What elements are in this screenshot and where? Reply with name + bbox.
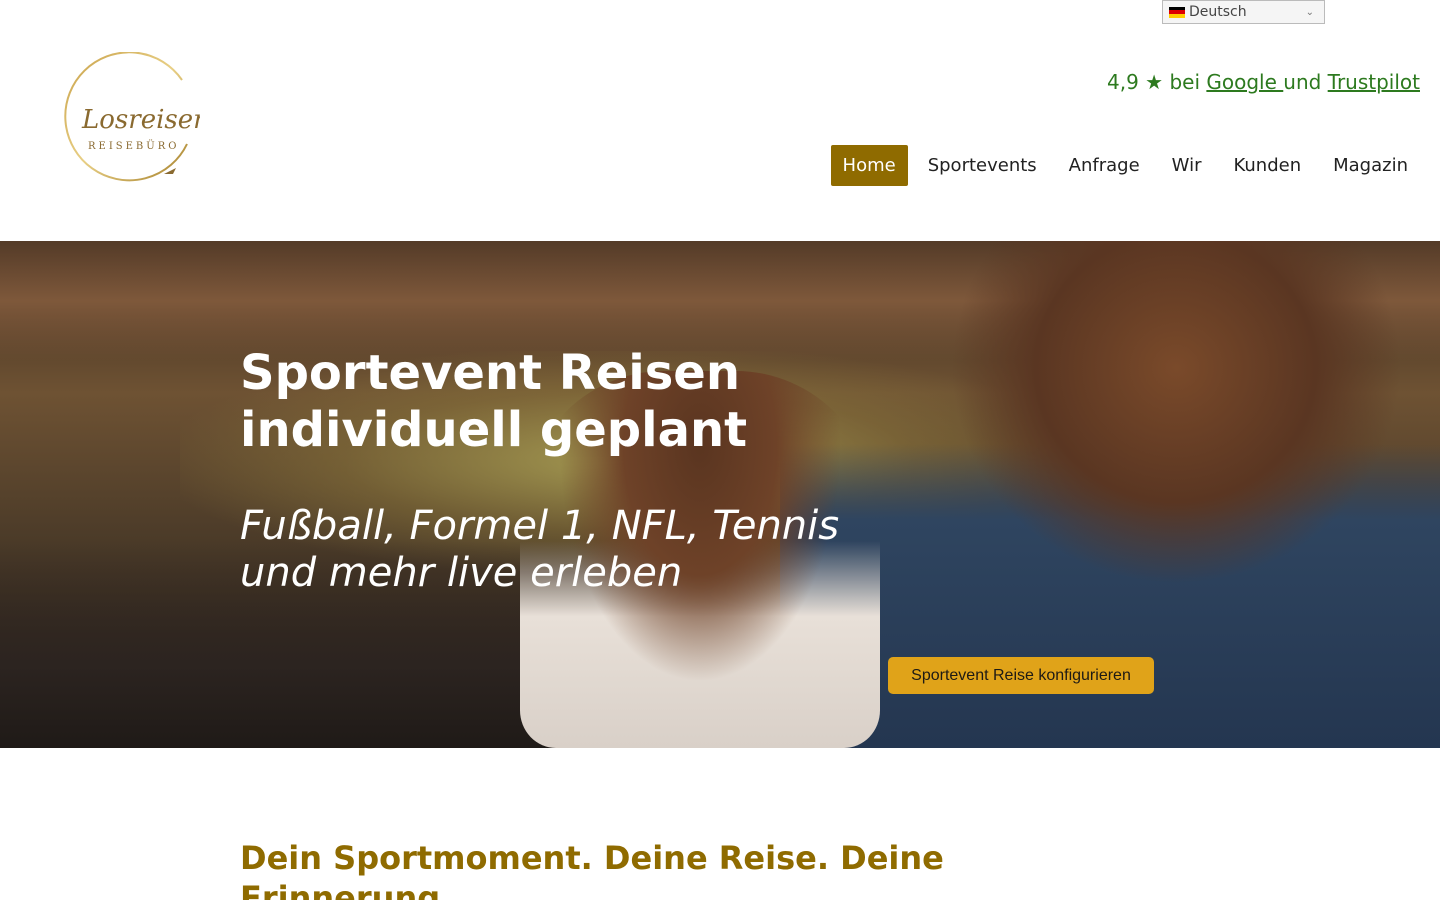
- svg-text:Losreisen: Losreisen: [81, 105, 200, 135]
- hero-subtitle-line2: und mehr live erleben: [240, 550, 683, 596]
- hero-subtitle: Fußball, Formel 1, NFL, Tennis und mehr …: [240, 503, 940, 597]
- nav-home[interactable]: Home: [830, 145, 908, 186]
- svg-text:REISEBÜRO: REISEBÜRO: [88, 140, 179, 152]
- trustpilot-link[interactable]: Trustpilot: [1328, 70, 1420, 94]
- main-nav: Home Sportevents Anfrage Wir Kunden Maga…: [823, 145, 1420, 186]
- google-link[interactable]: Google: [1206, 70, 1283, 94]
- hero-title-line2: individuell geplant: [240, 402, 748, 458]
- hero-title-line1: Sportevent Reisen: [240, 345, 741, 401]
- rating-prefix: 4,9 ★ bei: [1107, 70, 1207, 94]
- nav-kunden[interactable]: Kunden: [1221, 145, 1313, 186]
- configure-trip-button[interactable]: Sportevent Reise konfigurieren: [888, 657, 1154, 694]
- brand-logo[interactable]: Losreisen REISEBÜRO: [62, 51, 210, 190]
- section-title: Dein Sportmoment. Deine Reise. Deine Eri…: [240, 839, 944, 900]
- nav-magazin[interactable]: Magazin: [1321, 145, 1420, 186]
- hero-banner: Sportevent Reisen individuell geplant Fu…: [0, 241, 1440, 748]
- site-header: Losreisen REISEBÜRO 4,9 ★ bei Google und…: [0, 0, 1440, 241]
- nav-sportevents[interactable]: Sportevents: [916, 145, 1049, 186]
- rating-middle: und: [1283, 70, 1328, 94]
- rating-text: 4,9 ★ bei Google und Trustpilot: [1107, 70, 1420, 94]
- hero-subtitle-line1: Fußball, Formel 1, NFL, Tennis: [240, 503, 840, 549]
- nav-wir[interactable]: Wir: [1160, 145, 1214, 186]
- nav-anfrage[interactable]: Anfrage: [1057, 145, 1152, 186]
- hero-title: Sportevent Reisen individuell geplant: [240, 345, 940, 459]
